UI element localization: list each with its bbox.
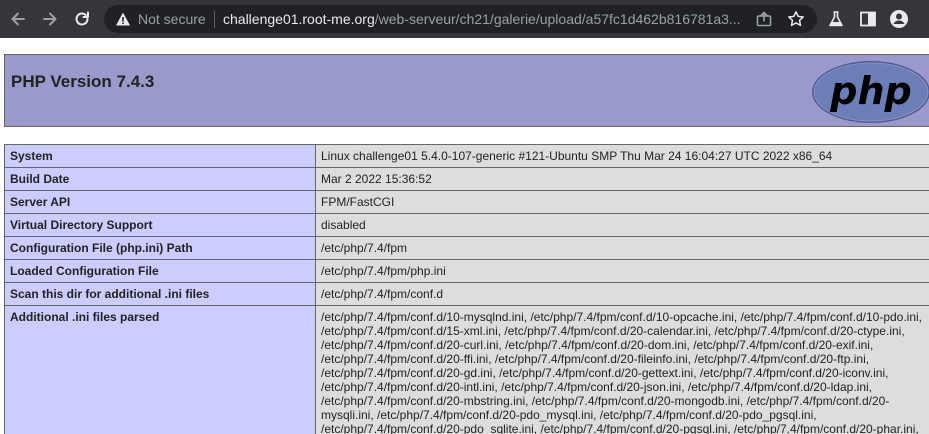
security-status-label[interactable]: Not secure [138, 11, 206, 27]
row-value: Linux challenge01 5.4.0-107-generic #121… [315, 144, 929, 168]
back-arrow-icon [11, 12, 25, 26]
ini-file-line: /etc/php/7.4/fpm/conf.d/20-gd.ini, /etc/… [321, 366, 889, 380]
url-text[interactable]: challenge01.root-me.org/web-serveur/ch21… [223, 11, 748, 27]
side-panel-icon[interactable] [858, 9, 878, 29]
row-key: Scan this dir for additional .ini files [4, 282, 316, 306]
url-path: /web-serveur/ch21/galerie/upload/a57fc1d… [374, 11, 741, 27]
table-row: Configuration File (php.ini) Path /etc/p… [4, 236, 929, 260]
back-button[interactable] [7, 8, 29, 30]
table-row: Loaded Configuration File /etc/php/7.4/f… [4, 259, 929, 283]
table-row: System Linux challenge01 5.4.0-107-gener… [4, 144, 929, 168]
php-logo[interactable]: php [810, 59, 929, 125]
address-separator [214, 11, 215, 28]
table-row: Scan this dir for additional .ini files … [4, 282, 929, 306]
ini-file-line: /etc/php/7.4/fpm/conf.d/20-curl.ini, /et… [321, 338, 874, 352]
warning-icon[interactable] [115, 11, 131, 27]
svg-text:php: php [829, 69, 911, 113]
row-value: /etc/php/7.4/fpm/php.ini [315, 259, 929, 283]
star-icon[interactable] [787, 10, 805, 28]
php-header: PHP Version 7.4.3 php [4, 54, 929, 127]
row-key: Server API [4, 190, 316, 214]
profile-icon[interactable] [889, 9, 909, 29]
row-key: Additional .ini files parsed [4, 305, 316, 434]
row-key: Loaded Configuration File [4, 259, 316, 283]
row-value: /etc/php/7.4/fpm/conf.d [315, 282, 929, 306]
lab-flask-icon[interactable] [826, 9, 846, 29]
table-row: Build Date Mar 2 2022 15:36:52 [4, 167, 929, 191]
ini-file-line: /etc/php/7.4/fpm/conf.d/20-ffi.ini, /etc… [321, 352, 870, 366]
url-host: challenge01.root-me.org [223, 11, 375, 27]
ini-file-line: /etc/php/7.4/fpm/conf.d/20-intl.ini, /et… [321, 380, 872, 394]
php-info-table: System Linux challenge01 5.4.0-107-gener… [4, 144, 929, 434]
table-row: Server API FPM/FastCGI [4, 190, 929, 214]
ini-file-line: /etc/php/7.4/fpm/conf.d/20-mbstring.ini,… [321, 394, 890, 408]
table-row: Additional .ini files parsed /etc/php/7.… [4, 305, 929, 434]
ini-file-line: mysqli.ini, /etc/php/7.4/fpm/conf.d/20-p… [321, 408, 817, 422]
row-value: /etc/php/7.4/fpm [315, 236, 929, 260]
row-value: Mar 2 2022 15:36:52 [315, 167, 929, 191]
row-key: Virtual Directory Support [4, 213, 316, 237]
page-content: PHP Version 7.4.3 php System Linux chall… [0, 38, 929, 434]
row-value: FPM/FastCGI [315, 190, 929, 214]
browser-toolbar: Not secure challenge01.root-me.org/web-s… [0, 0, 929, 38]
share-icon[interactable] [755, 10, 773, 28]
forward-arrow-icon [43, 12, 57, 26]
ini-file-line: /etc/php/7.4/fpm/conf.d/20-pdo_sqlite.in… [321, 422, 919, 434]
page-title: PHP Version 7.4.3 [11, 72, 155, 91]
row-value-multiline: /etc/php/7.4/fpm/conf.d/10-mysqlnd.ini, … [315, 305, 929, 434]
row-key: Build Date [4, 167, 316, 191]
address-bar[interactable]: Not secure challenge01.root-me.org/web-s… [104, 5, 817, 33]
reload-icon [75, 11, 89, 26]
row-value: disabled [315, 213, 929, 237]
ini-file-line: /etc/php/7.4/fpm/conf.d/15-xml.ini, /etc… [321, 324, 905, 338]
row-key: System [4, 144, 316, 168]
table-row: Virtual Directory Support disabled [4, 213, 929, 237]
reload-button[interactable] [71, 8, 93, 30]
ini-file-line: /etc/php/7.4/fpm/conf.d/10-mysqlnd.ini, … [321, 310, 923, 324]
forward-button[interactable] [39, 8, 61, 30]
row-key: Configuration File (php.ini) Path [4, 236, 316, 260]
